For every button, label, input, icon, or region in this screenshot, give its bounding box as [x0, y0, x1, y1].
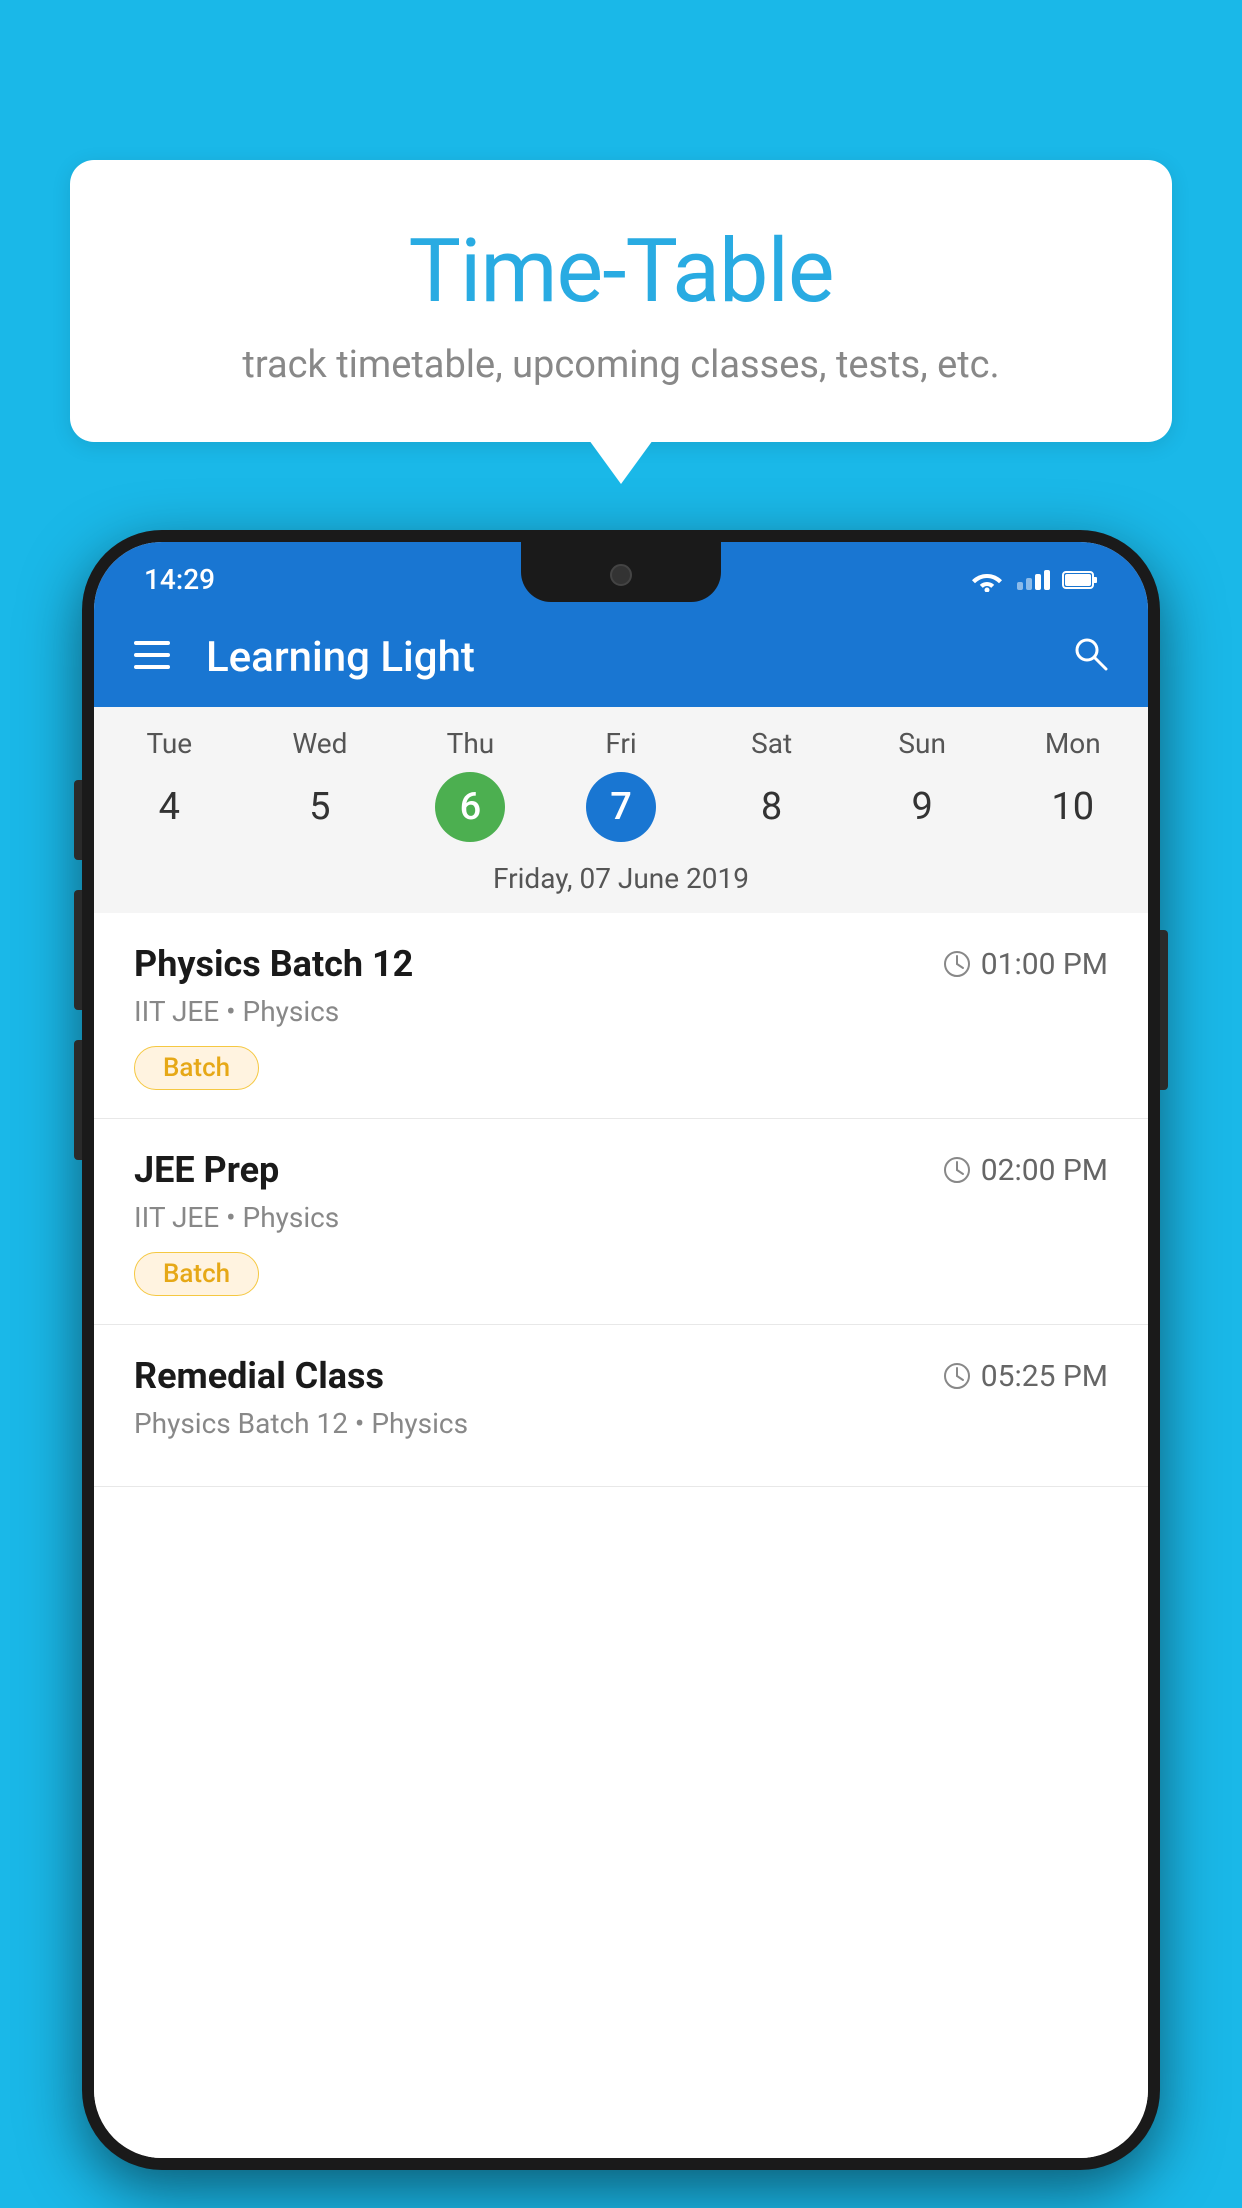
battery-icon	[1062, 570, 1098, 590]
day-number-8[interactable]: 8	[696, 772, 847, 842]
phone-notch	[521, 542, 721, 602]
phone-mockup: 14:29	[82, 530, 1160, 2170]
schedule-time-text-2: 05:25 PM	[981, 1359, 1108, 1394]
day-name-sun: Sun	[847, 727, 998, 760]
day-name-tue: Tue	[94, 727, 245, 760]
day-numbers-row: 45678910	[94, 768, 1148, 858]
speech-bubble-container: Time-Table track timetable, upcoming cla…	[70, 160, 1172, 442]
day-name-fri: Fri	[546, 727, 697, 760]
phone-button-left-2	[74, 890, 82, 1010]
schedule-time-text-0: 01:00 PM	[981, 947, 1108, 982]
phone-button-left-1	[74, 780, 82, 860]
phone-camera	[610, 564, 632, 586]
day-number-10[interactable]: 10	[997, 772, 1148, 842]
calendar-section: TueWedThuFriSatSunMon 45678910 Friday, 0…	[94, 707, 1148, 913]
schedule-item-1[interactable]: JEE Prep 02:00 PM IIT JEE • Physics Batc…	[94, 1119, 1148, 1325]
schedule-item-title-2: Remedial Class	[134, 1355, 384, 1397]
day-names-row: TueWedThuFriSatSunMon	[94, 707, 1148, 768]
schedule-item-subtitle-1: IIT JEE • Physics	[134, 1201, 1108, 1234]
schedule-time-text-1: 02:00 PM	[981, 1153, 1108, 1188]
clock-icon-2	[943, 1362, 971, 1390]
day-name-thu: Thu	[395, 727, 546, 760]
day-number-4[interactable]: 4	[94, 772, 245, 842]
schedule-item-time-0: 01:00 PM	[943, 947, 1108, 982]
signal-bars-icon	[1017, 570, 1050, 590]
schedule-item-title-0: Physics Batch 12	[134, 943, 413, 985]
schedule-list: Physics Batch 12 01:00 PM IIT JEE • Phys…	[94, 913, 1148, 2158]
status-icons	[969, 568, 1098, 592]
phone-outer: 14:29	[82, 530, 1160, 2170]
schedule-item-subtitle-2: Physics Batch 12 • Physics	[134, 1407, 1108, 1440]
batch-tag-1: Batch	[134, 1252, 259, 1296]
phone-button-right	[1160, 930, 1168, 1090]
bubble-title: Time-Table	[120, 220, 1122, 323]
phone-screen: 14:29	[94, 542, 1148, 2158]
schedule-item-time-1: 02:00 PM	[943, 1153, 1108, 1188]
schedule-item-2[interactable]: Remedial Class 05:25 PM Physics Batch 12…	[94, 1325, 1148, 1487]
bubble-subtitle: track timetable, upcoming classes, tests…	[120, 343, 1122, 387]
schedule-item-title-1: JEE Prep	[134, 1149, 279, 1191]
schedule-item-0[interactable]: Physics Batch 12 01:00 PM IIT JEE • Phys…	[94, 913, 1148, 1119]
day-name-wed: Wed	[245, 727, 396, 760]
day-name-mon: Mon	[997, 727, 1148, 760]
speech-bubble: Time-Table track timetable, upcoming cla…	[70, 160, 1172, 442]
schedule-item-subtitle-0: IIT JEE • Physics	[134, 995, 1108, 1028]
schedule-item-header-1: JEE Prep 02:00 PM	[134, 1149, 1108, 1191]
day-number-6[interactable]: 6	[395, 772, 546, 842]
schedule-item-time-2: 05:25 PM	[943, 1359, 1108, 1394]
day-number-7[interactable]: 7	[546, 772, 697, 842]
app-bar: Learning Light	[94, 607, 1148, 707]
search-button[interactable]	[1072, 635, 1108, 680]
batch-tag-0: Batch	[134, 1046, 259, 1090]
clock-icon-1	[943, 1156, 971, 1184]
phone-button-left-3	[74, 1040, 82, 1160]
schedule-item-header-0: Physics Batch 12 01:00 PM	[134, 943, 1108, 985]
day-number-9[interactable]: 9	[847, 772, 998, 842]
clock-icon-0	[943, 950, 971, 978]
app-title: Learning Light	[206, 633, 1072, 682]
status-time: 14:29	[144, 563, 215, 596]
day-number-5[interactable]: 5	[245, 772, 396, 842]
selected-date-label: Friday, 07 June 2019	[94, 858, 1148, 913]
schedule-item-header-2: Remedial Class 05:25 PM	[134, 1355, 1108, 1397]
wifi-icon	[969, 568, 1005, 592]
day-name-sat: Sat	[696, 727, 847, 760]
hamburger-icon[interactable]	[134, 641, 170, 674]
